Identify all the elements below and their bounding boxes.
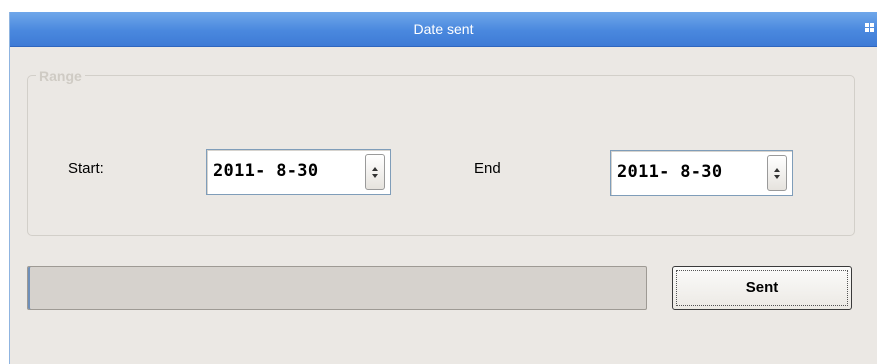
end-date-spinner[interactable] (767, 155, 787, 191)
title-bar[interactable]: Date sent (10, 12, 877, 47)
spin-down-icon[interactable] (372, 174, 378, 178)
start-date-picker[interactable]: 2011- 8-30 (206, 149, 391, 195)
sent-button[interactable]: Sent (672, 266, 852, 310)
window-title: Date sent (413, 21, 474, 37)
progress-bar (27, 266, 647, 310)
end-label: End (474, 160, 501, 177)
spin-down-icon[interactable] (774, 175, 780, 179)
grip-icon[interactable] (865, 23, 874, 32)
range-legend: Range (36, 68, 85, 84)
spin-up-icon[interactable] (372, 167, 378, 171)
end-date-picker[interactable]: 2011- 8-30 (610, 150, 793, 196)
start-date-value[interactable]: 2011- 8-30 (213, 161, 318, 181)
end-date-value[interactable]: 2011- 8-30 (617, 162, 722, 182)
sent-button-label: Sent (745, 279, 779, 296)
start-date-spinner[interactable] (365, 154, 385, 190)
start-label: Start: (68, 160, 104, 177)
spin-up-icon[interactable] (774, 168, 780, 172)
